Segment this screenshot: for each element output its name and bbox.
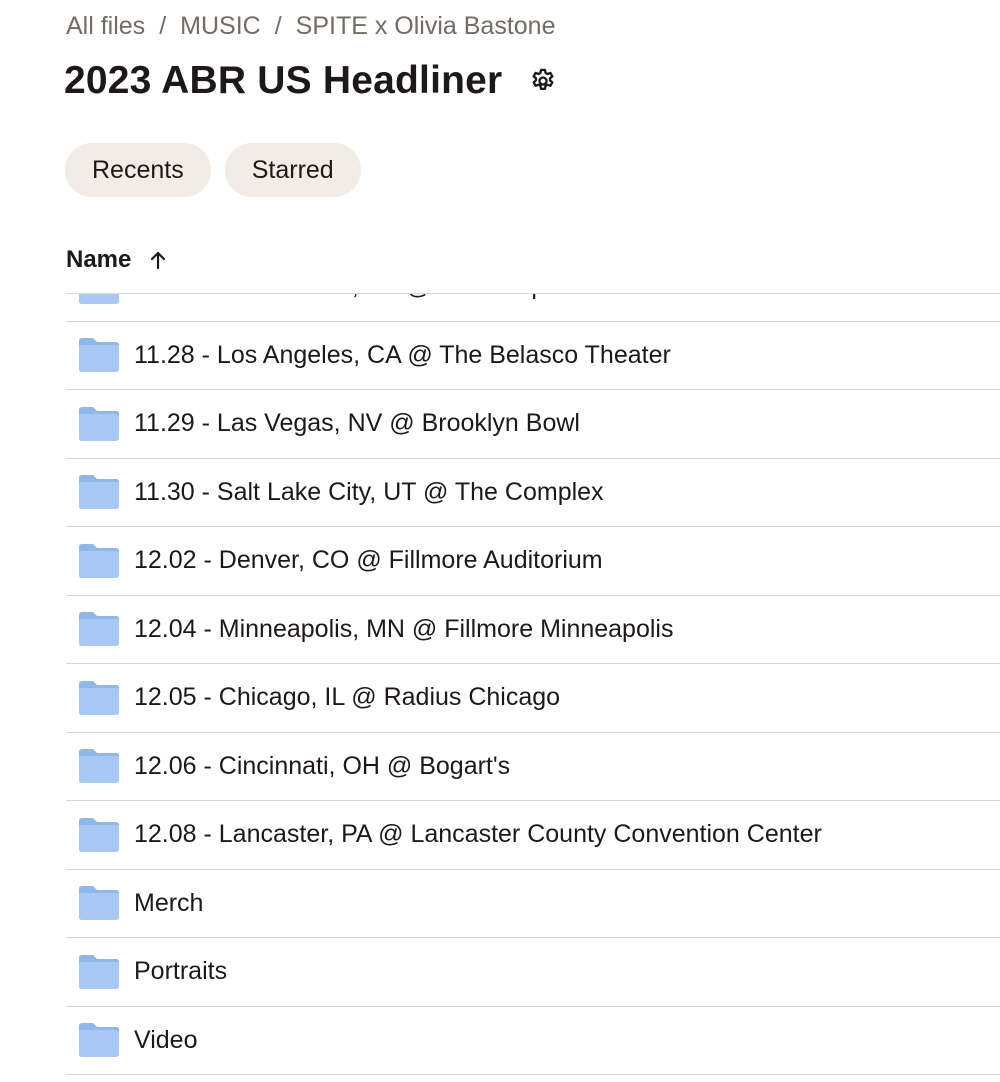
list-item[interactable]: 11.30 - Salt Lake City, UT @ The Complex <box>66 459 1000 527</box>
title-row: 2023 ABR US Headliner <box>64 54 558 108</box>
list-item[interactable]: 12.05 - Chicago, IL @ Radius Chicago <box>66 664 1000 733</box>
list-item[interactable]: 11.29 - Las Vegas, NV @ Brooklyn Bowl <box>66 390 1000 459</box>
list-item-name: Portraits <box>134 957 228 986</box>
list-item-name: 11.27 - Sacramento, CA @ Ace of Spades <box>134 294 599 301</box>
list-item[interactable]: 11.27 - Sacramento, CA @ Ace of Spades <box>66 294 1000 322</box>
file-list: 11.27 - Sacramento, CA @ Ace of Spades 11… <box>66 294 1000 1075</box>
breadcrumb: All files / MUSIC / SPITE x Olivia Basto… <box>66 8 555 44</box>
folder-icon <box>78 294 122 306</box>
folder-icon <box>78 1021 122 1059</box>
gear-icon[interactable] <box>528 66 558 96</box>
folder-icon <box>78 473 122 511</box>
name-column-header[interactable]: Name <box>66 240 167 280</box>
recents-chip[interactable]: Recents <box>65 143 211 197</box>
folder-icon <box>78 816 122 854</box>
list-item-name: 12.05 - Chicago, IL @ Radius Chicago <box>134 683 561 712</box>
folder-icon <box>78 953 122 991</box>
breadcrumb-music[interactable]: MUSIC <box>180 12 261 41</box>
starred-chip[interactable]: Starred <box>224 143 361 197</box>
file-list-viewport[interactable]: 11.27 - Sacramento, CA @ Ace of Spades 11… <box>66 293 1000 1082</box>
folder-icon <box>78 336 122 374</box>
folder-icon <box>78 542 122 580</box>
breadcrumb-separator: / <box>159 11 167 40</box>
page-title: 2023 ABR US Headliner <box>64 59 503 102</box>
list-item[interactable]: Merch <box>66 870 1000 938</box>
filter-chips: Recents Starred <box>65 143 361 197</box>
folder-icon <box>78 884 122 922</box>
breadcrumb-spite-x-olivia-bastone[interactable]: SPITE x Olivia Bastone <box>296 12 556 41</box>
list-item-name: Merch <box>134 888 204 917</box>
breadcrumb-all-files[interactable]: All files <box>66 12 145 41</box>
list-item-name: 11.29 - Las Vegas, NV @ Brooklyn Bowl <box>134 409 580 438</box>
list-item[interactable]: 12.08 - Lancaster, PA @ Lancaster County… <box>66 801 1000 870</box>
arrow-up-icon[interactable] <box>149 250 167 270</box>
list-item-name: 12.02 - Denver, CO @ Fillmore Auditorium <box>134 546 603 575</box>
list-item-name: 11.30 - Salt Lake City, UT @ The Complex <box>134 477 604 506</box>
name-column-label: Name <box>66 246 132 273</box>
list-item[interactable]: 12.06 - Cincinnati, OH @ Bogart's <box>66 733 1000 801</box>
list-item[interactable]: 12.04 - Minneapolis, MN @ Fillmore Minne… <box>66 596 1000 664</box>
folder-icon <box>78 610 122 648</box>
list-item[interactable]: Portraits <box>66 938 1000 1007</box>
list-item-name: 12.08 - Lancaster, PA @ Lancaster County… <box>134 820 822 849</box>
list-item-name: 12.04 - Minneapolis, MN @ Fillmore Minne… <box>134 614 674 643</box>
list-item-name: 11.28 - Los Angeles, CA @ The Belasco Th… <box>134 340 671 369</box>
list-item[interactable]: 12.02 - Denver, CO @ Fillmore Auditorium <box>66 527 1000 596</box>
folder-icon <box>78 747 122 785</box>
list-item-name: Video <box>134 1025 198 1054</box>
folder-icon <box>78 679 122 717</box>
breadcrumb-separator: / <box>274 11 282 40</box>
folder-icon <box>78 405 122 443</box>
list-item[interactable]: Video <box>66 1007 1000 1075</box>
file-browser-page: All files / MUSIC / SPITE x Olivia Basto… <box>0 0 1000 1082</box>
list-item-name: 12.06 - Cincinnati, OH @ Bogart's <box>134 751 511 780</box>
list-item[interactable]: 11.28 - Los Angeles, CA @ The Belasco Th… <box>66 322 1000 390</box>
